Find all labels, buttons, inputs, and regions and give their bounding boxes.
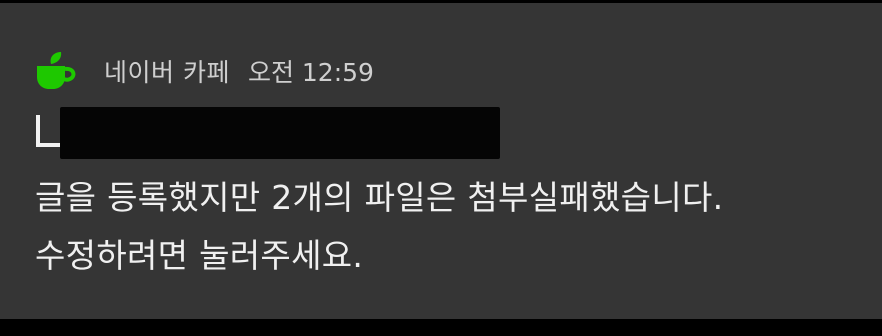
message-line: 글을 등록했지만 2개의 파일은 첨부실패했습니다.	[35, 178, 724, 217]
notification-card[interactable]: 네이버 카페 오전 12:59 글을 등록했지만 2개의 파일은 첨부실패했습니…	[0, 3, 882, 319]
redacted-title	[60, 107, 500, 159]
notification-time: 오전 12:59	[247, 58, 374, 87]
redacted-title-fragment	[36, 115, 62, 147]
app-name: 네이버 카페	[104, 58, 230, 87]
message-line: 수정하려면 눌러주세요.	[35, 236, 364, 275]
notification-header: 네이버 카페 오전 12:59	[34, 49, 374, 93]
naver-cafe-cup-icon	[37, 52, 76, 89]
notification-message: 글을 등록했지만 2개의 파일은 첨부실패했습니다. 수정하려면 눌러주세요.	[35, 169, 875, 285]
